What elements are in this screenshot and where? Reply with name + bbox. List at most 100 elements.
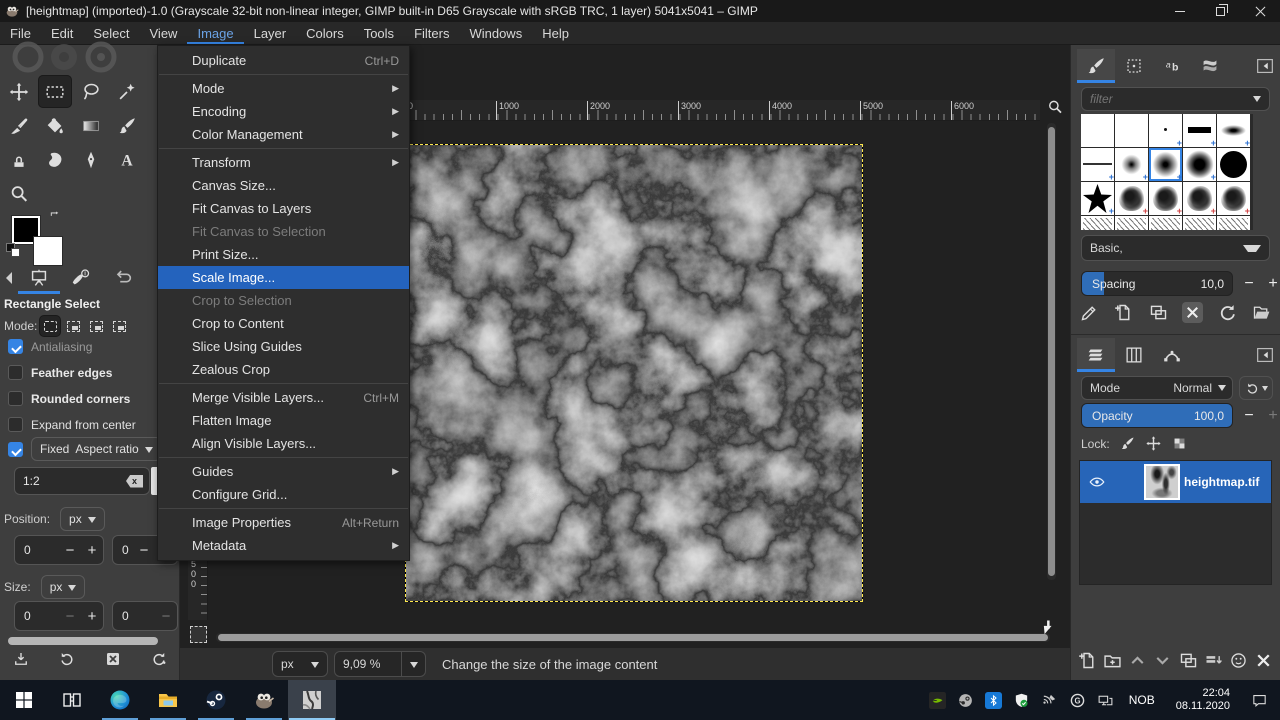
taskbar-edge-button[interactable] <box>96 680 144 720</box>
menubar-item-colors[interactable]: Colors <box>296 22 354 44</box>
brush-swatch-solid[interactable] <box>1217 148 1250 181</box>
layer-thumbnail[interactable] <box>1144 464 1180 500</box>
layer-mode-reset-button[interactable] <box>1239 376 1273 400</box>
menu-item-zealous-crop[interactable]: Zealous Crop <box>158 358 409 381</box>
rectangle-select-tool-button[interactable] <box>38 75 72 108</box>
bucket-fill-tool-button[interactable] <box>38 109 72 142</box>
brush-filter-input[interactable] <box>1082 92 1222 106</box>
fuzzy-select-tool-button[interactable] <box>110 75 144 108</box>
tool-options-scrollbar[interactable] <box>8 637 158 645</box>
menu-item-configure-grid[interactable]: Configure Grid... <box>158 483 409 506</box>
menu-item-color-management[interactable]: Color Management▶ <box>158 123 409 146</box>
menu-item-metadata[interactable]: Metadata▶ <box>158 534 409 557</box>
brush-swatch-tex[interactable] <box>1149 216 1182 230</box>
menu-item-scale-image[interactable]: Scale Image... <box>158 266 409 289</box>
feather-edges-checkbox[interactable] <box>8 365 23 380</box>
position-unit-dropdown[interactable]: px <box>60 507 105 531</box>
swap-colors-icon[interactable] <box>48 210 64 224</box>
new-brush-icon[interactable] <box>1113 302 1134 323</box>
tray-nvidia-icon[interactable] <box>929 692 946 709</box>
ink-tool-button[interactable] <box>74 143 108 176</box>
expand-from-center-checkbox[interactable] <box>8 417 23 432</box>
brush-swatch-tex[interactable] <box>1081 216 1114 230</box>
text-tool-button[interactable]: A <box>110 143 144 176</box>
size-width-spinner[interactable]: 0 − + <box>14 601 104 631</box>
spacing-increase-button[interactable]: + <box>1265 275 1280 293</box>
menubar-item-help[interactable]: Help <box>532 22 579 44</box>
size-height-spinner[interactable]: 0 − <box>112 601 178 631</box>
brush-swatch-line[interactable]: + <box>1081 148 1114 181</box>
menubar-item-windows[interactable]: Windows <box>459 22 532 44</box>
menu-item-canvas-size[interactable]: Canvas Size... <box>158 174 409 197</box>
move-tool-button[interactable] <box>2 75 36 108</box>
new-layer-icon[interactable] <box>1077 650 1098 671</box>
open-brush-as-image-icon[interactable] <box>1251 302 1272 323</box>
brush-swatch-soft-s[interactable]: + <box>1115 148 1148 181</box>
tray-bluetooth-icon[interactable] <box>985 692 1002 709</box>
delete-brush-icon[interactable] <box>1182 302 1203 323</box>
crop-tool-button[interactable] <box>2 109 36 142</box>
opacity-increase-button[interactable]: + <box>1265 407 1280 425</box>
decrement-button[interactable]: − <box>133 542 155 559</box>
decrement-button[interactable]: − <box>155 608 177 625</box>
canvas-image[interactable] <box>405 144 863 602</box>
opacity-slider[interactable]: Opacity 100,0 <box>1081 403 1233 428</box>
tab-tool-options[interactable] <box>18 262 60 294</box>
menubar-item-layer[interactable]: Layer <box>244 22 297 44</box>
layer-mode-dropdown[interactable]: Mode Normal <box>1081 376 1233 400</box>
lock-position-icon[interactable] <box>1145 435 1162 452</box>
increment-button[interactable]: + <box>81 608 103 625</box>
menu-item-print-size[interactable]: Print Size... <box>158 243 409 266</box>
decrement-button[interactable]: − <box>59 608 81 625</box>
gradient-tool-button[interactable] <box>74 109 108 142</box>
brush-swatch-bar[interactable]: + <box>1183 114 1216 147</box>
size-unit-dropdown[interactable]: px <box>41 575 86 599</box>
zoom-dropdown[interactable]: 9,09 % <box>334 651 426 677</box>
lower-layer-icon[interactable] <box>1152 650 1173 671</box>
tray-defender-icon[interactable] <box>1013 692 1030 709</box>
close-button[interactable] <box>1240 0 1280 22</box>
clear-icon[interactable]: x <box>126 475 143 488</box>
ruler-zoom-icon[interactable] <box>1046 98 1064 116</box>
configure-tab-icon[interactable] <box>1254 55 1276 77</box>
tab-undo-history[interactable] <box>102 262 144 294</box>
brush-swatch-dot[interactable]: + <box>1149 114 1182 147</box>
lock-pixels-icon[interactable] <box>1119 435 1136 452</box>
horizontal-scrollbar[interactable] <box>216 633 1050 642</box>
configure-tab-icon[interactable] <box>1254 344 1276 366</box>
menu-item-mode[interactable]: Mode▶ <box>158 77 409 100</box>
spacing-decrease-button[interactable]: − <box>1241 275 1257 293</box>
menu-item-encoding[interactable]: Encoding▶ <box>158 100 409 123</box>
dock-tab-left-arrow[interactable] <box>6 272 12 284</box>
increment-button[interactable]: + <box>81 542 103 559</box>
menubar-item-tools[interactable]: Tools <box>354 22 404 44</box>
language-indicator[interactable]: NOB <box>1125 693 1159 707</box>
smudge-tool-button[interactable] <box>38 143 72 176</box>
brush-swatch-splat[interactable]: + <box>1149 182 1182 215</box>
taskbar-start-button[interactable] <box>0 680 48 720</box>
edit-brush-icon[interactable] <box>1079 302 1100 323</box>
brush-swatch-star[interactable]: + <box>1081 182 1114 215</box>
spacing-slider[interactable]: Spacing 10,0 <box>1081 271 1233 296</box>
brush-swatch-splat[interactable]: + <box>1217 182 1250 215</box>
merge-layer-icon[interactable] <box>1203 650 1224 671</box>
duplicate-brush-icon[interactable] <box>1148 302 1169 323</box>
add-mask-icon[interactable] <box>1228 650 1249 671</box>
layer-row[interactable]: heightmap.tif <box>1080 461 1271 503</box>
menubar-item-filters[interactable]: Filters <box>404 22 459 44</box>
brush-swatch-tex[interactable] <box>1217 216 1250 230</box>
menu-item-fit-canvas-to-layers[interactable]: Fit Canvas to Layers <box>158 197 409 220</box>
menu-item-crop-to-content[interactable]: Crop to Content <box>158 312 409 335</box>
paintbrush-tool-button[interactable] <box>110 109 144 142</box>
restore-tool-preset-icon[interactable] <box>58 649 76 669</box>
tab-brushes[interactable] <box>1077 49 1115 83</box>
antialiasing-checkbox[interactable] <box>8 339 23 354</box>
notification-center-icon[interactable] <box>1251 692 1268 709</box>
brush-swatch-soft-l[interactable]: + <box>1183 148 1216 181</box>
refresh-brushes-icon[interactable] <box>1217 302 1238 323</box>
tab-channels[interactable] <box>1115 338 1153 372</box>
menu-item-merge-visible-layers[interactable]: Merge Visible Layers...Ctrl+M <box>158 386 409 409</box>
reset-tool-options-icon[interactable] <box>150 649 168 669</box>
brush-swatch-soft-m[interactable]: + <box>1149 148 1182 181</box>
navigation-preview-icon[interactable] <box>1040 617 1060 639</box>
